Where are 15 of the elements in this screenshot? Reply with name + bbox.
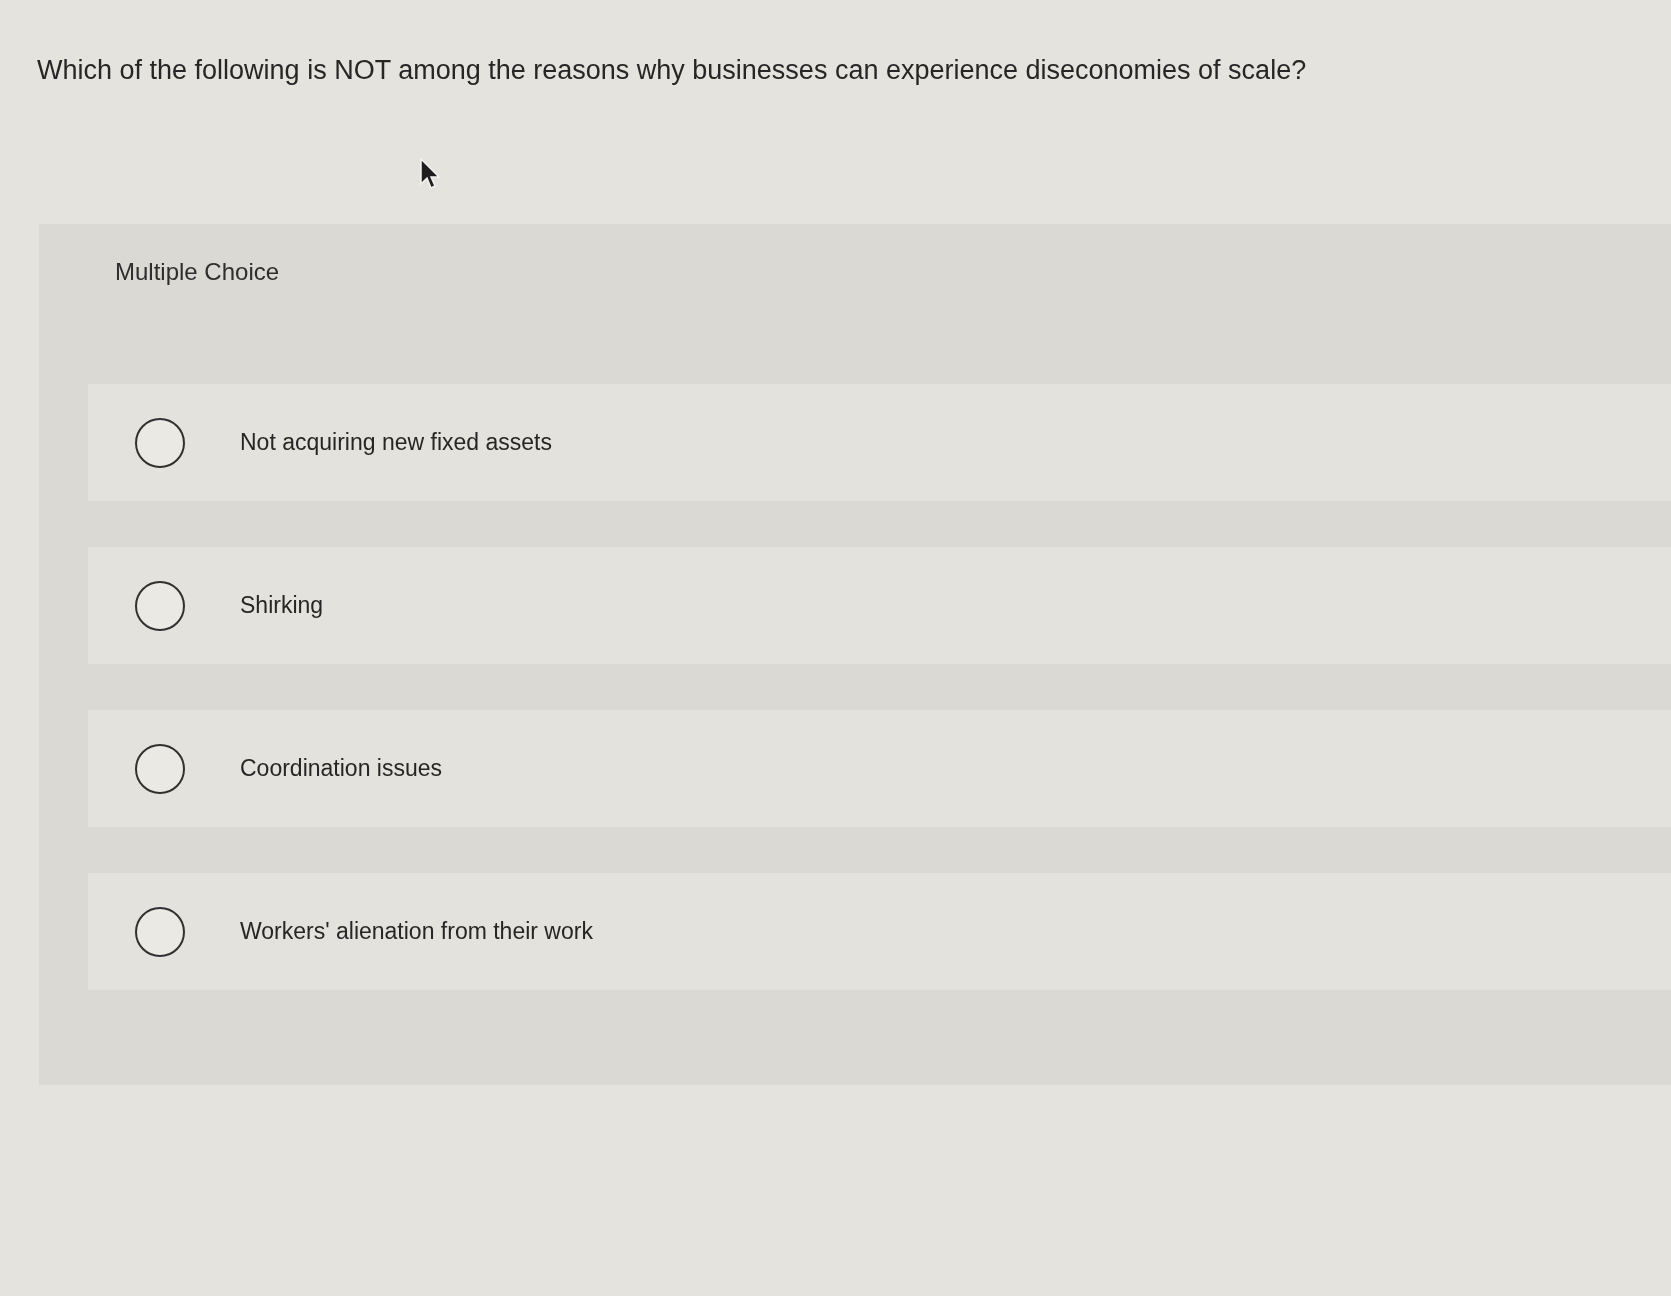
option-text: Workers' alienation from their work (240, 918, 593, 945)
radio-button[interactable] (135, 906, 185, 957)
radio-button[interactable] (135, 417, 185, 468)
mouse-pointer-icon (420, 158, 440, 190)
option-text: Not acquiring new fixed assets (240, 429, 552, 456)
radio-button[interactable] (135, 743, 185, 794)
radio-button[interactable] (135, 580, 185, 631)
option-text: Coordination issues (240, 755, 442, 782)
answer-option[interactable]: Not acquiring new fixed assets (88, 384, 1671, 501)
answer-option[interactable]: Workers' alienation from their work (88, 873, 1671, 990)
question-text: Which of the following is NOT among the reasons why businesses can experience diseconomies of scale? (37, 54, 1308, 87)
option-text: Shirking (240, 592, 324, 619)
answer-option[interactable]: Shirking (88, 547, 1671, 664)
answer-option[interactable]: Coordination issues (88, 710, 1671, 827)
question-type-label: Multiple Choice (115, 258, 280, 286)
